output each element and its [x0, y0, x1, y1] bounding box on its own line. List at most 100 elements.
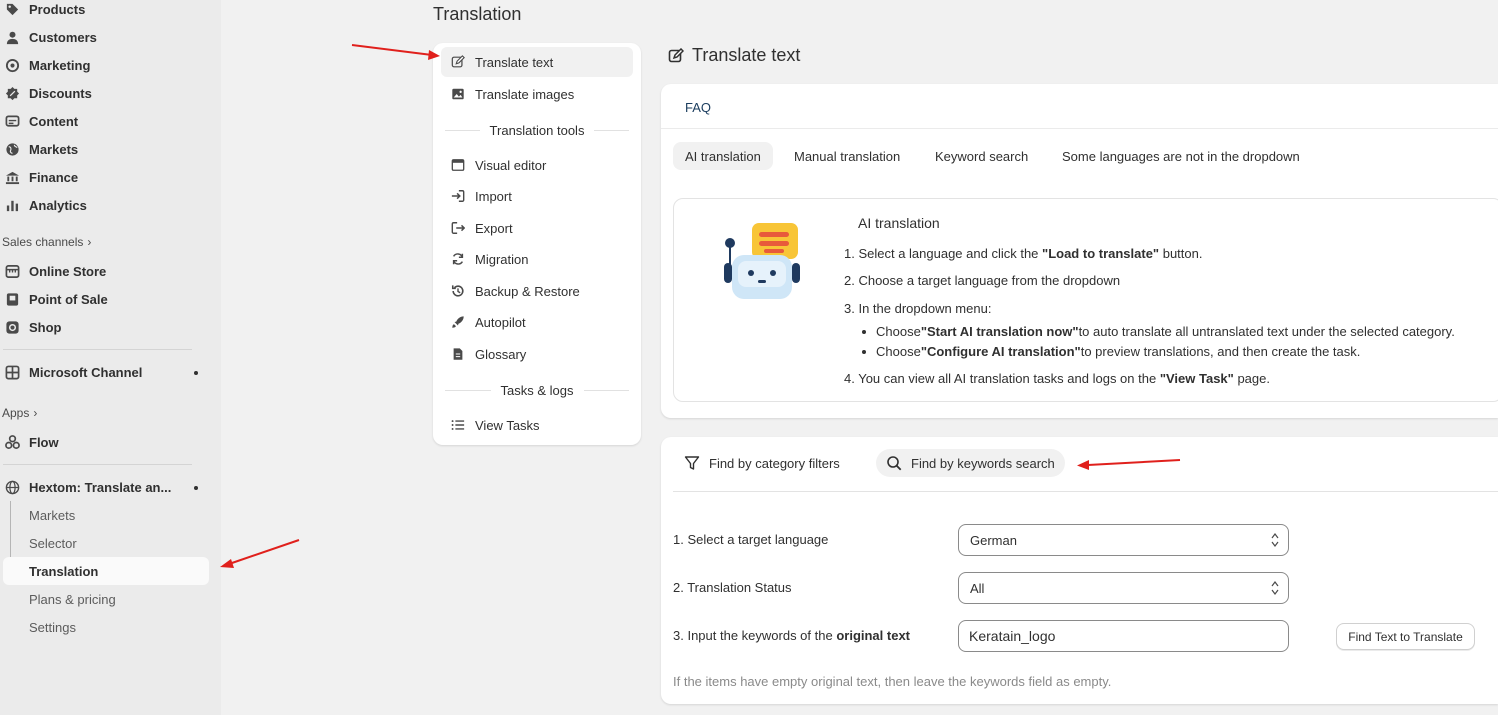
menu-label: Migration — [475, 251, 529, 267]
image-icon — [450, 86, 466, 102]
search-card: Find by category filters Find by keyword… — [661, 437, 1498, 704]
sidebar-item-shop[interactable]: Shop — [0, 313, 62, 341]
chevron-right-icon: › — [87, 235, 92, 249]
menu-autopilot[interactable]: Autopilot — [441, 307, 633, 337]
list-icon — [450, 417, 466, 433]
faq-tab-languages-not-in-dropdown[interactable]: Some languages are not in the dropdown — [1050, 142, 1312, 170]
sidebar-item-hextom[interactable]: Hextom: Translate an... — [0, 473, 171, 501]
search-icon — [886, 455, 902, 471]
edit-icon — [668, 47, 684, 64]
sidebar-item-label: Discounts — [29, 85, 92, 101]
sidebar-sub-plans-pricing[interactable]: Plans & pricing — [29, 587, 116, 611]
select-arrows-icon — [1271, 533, 1279, 547]
sidebar-item-content[interactable]: Content — [0, 107, 78, 135]
globe-icon — [4, 479, 20, 495]
sidebar-item-discounts[interactable]: Discounts — [0, 79, 92, 107]
robot-icon — [724, 223, 800, 299]
tab-category-filters[interactable]: Find by category filters — [674, 449, 850, 477]
export-icon — [450, 220, 466, 236]
sidebar-item-finance[interactable]: Finance — [0, 163, 78, 191]
menu-glossary[interactable]: Glossary — [441, 339, 633, 369]
find-text-button[interactable]: Find Text to Translate — [1336, 623, 1475, 650]
target-language-select[interactable]: German — [958, 524, 1289, 556]
sidebar-item-point-of-sale[interactable]: Point of Sale — [0, 285, 108, 313]
menu-translate-text[interactable]: Translate text — [441, 47, 633, 77]
window-icon — [450, 157, 466, 173]
faq-label[interactable]: FAQ — [685, 100, 711, 115]
annotation-arrow — [351, 44, 440, 60]
annotation-arrow — [220, 539, 300, 568]
divider — [673, 491, 1498, 492]
menu-backup-restore[interactable]: Backup & Restore — [441, 276, 633, 306]
sidebar-item-label: Customers — [29, 29, 97, 45]
select-value: All — [970, 580, 985, 596]
sidebar-item-label: Flow — [29, 434, 59, 450]
divider — [3, 349, 192, 350]
menu-export[interactable]: Export — [441, 213, 633, 243]
bar-chart-icon — [4, 197, 20, 213]
sidebar-item-label: Marketing — [29, 57, 91, 73]
sidebar-item-markets[interactable]: Markets — [0, 135, 78, 163]
faq-tab-manual-translation[interactable]: Manual translation — [782, 142, 912, 170]
sidebar-item-label: Online Store — [29, 263, 107, 279]
select-value: German — [970, 532, 1017, 548]
sales-channels-section[interactable]: Sales channels › — [2, 235, 91, 249]
ai-translation-title: AI translation — [858, 215, 940, 231]
faq-tab-ai-translation[interactable]: AI translation — [673, 142, 773, 170]
menu-visual-editor[interactable]: Visual editor — [441, 150, 633, 180]
sidebar-item-online-store[interactable]: Online Store — [0, 257, 106, 285]
discount-icon — [4, 85, 20, 101]
sidebar-item-analytics[interactable]: Analytics — [0, 191, 87, 219]
import-icon — [450, 188, 466, 204]
ai-step-3: 3. In the dropdown menu: — [844, 301, 992, 316]
page-title: Translation — [433, 4, 522, 24]
sidebar-item-products[interactable]: Products — [0, 0, 85, 23]
translation-status-select[interactable]: All — [958, 572, 1289, 604]
tag-icon — [4, 1, 20, 17]
sidebar-item-marketing[interactable]: Marketing — [0, 51, 90, 79]
sidebar-sub-settings[interactable]: Settings — [29, 615, 76, 639]
content-title-text: Translate text — [692, 45, 801, 65]
empty-text-hint: If the items have empty original text, t… — [673, 674, 1112, 689]
globe-icon — [4, 141, 20, 157]
sidebar-sub-translation[interactable]: Translation — [29, 559, 98, 583]
apps-section[interactable]: Apps › — [2, 406, 37, 420]
shop-icon — [4, 319, 20, 335]
divider — [3, 464, 192, 465]
target-icon — [4, 57, 20, 73]
sidebar-item-label: Analytics — [29, 197, 87, 213]
faq-card: FAQ AI translation Manual translation Ke… — [661, 84, 1498, 418]
sidebar-item-customers[interactable]: Customers — [0, 23, 97, 51]
edit-icon — [450, 54, 466, 70]
ai-bullet-1: Choose "Start AI translation now" to aut… — [862, 324, 1455, 339]
menu-label: Autopilot — [475, 314, 526, 330]
select-arrows-icon — [1271, 581, 1279, 595]
sidebar-item-label: Content — [29, 113, 79, 129]
divider — [661, 128, 1498, 129]
menu-translate-images[interactable]: Translate images — [441, 79, 633, 109]
sidebar-item-label: Point of Sale — [29, 291, 108, 307]
faq-tab-keyword-search[interactable]: Keyword search — [923, 142, 1040, 170]
menu-label: Glossary — [475, 346, 527, 362]
person-icon — [4, 29, 20, 45]
menu-migration[interactable]: Migration — [441, 244, 633, 274]
pinned-dot — [194, 486, 198, 490]
menu-view-tasks[interactable]: View Tasks — [441, 410, 633, 440]
sidebar-item-flow[interactable]: Flow — [0, 428, 59, 456]
tab-keywords-search[interactable]: Find by keywords search — [876, 449, 1065, 477]
sidebar-sub-markets[interactable]: Markets — [29, 503, 75, 527]
menu-label: Backup & Restore — [475, 283, 580, 299]
menu-label: Import — [475, 188, 512, 204]
ai-step-2: 2. Choose a target language from the dro… — [844, 273, 1121, 288]
flow-icon — [4, 434, 20, 450]
section-label: Sales channels — [2, 235, 84, 249]
document-icon — [450, 346, 466, 362]
sidebar-sub-selector[interactable]: Selector — [29, 531, 77, 555]
filter-icon — [684, 455, 700, 471]
sidebar-item-microsoft-channel[interactable]: Microsoft Channel — [0, 358, 142, 386]
content-title: Translate text — [668, 45, 800, 66]
menu-label: Translate text — [475, 54, 554, 70]
menu-import[interactable]: Import — [441, 181, 633, 211]
keywords-input[interactable]: Keratain_logo — [958, 620, 1289, 652]
menu-label: Translate images — [475, 86, 575, 102]
